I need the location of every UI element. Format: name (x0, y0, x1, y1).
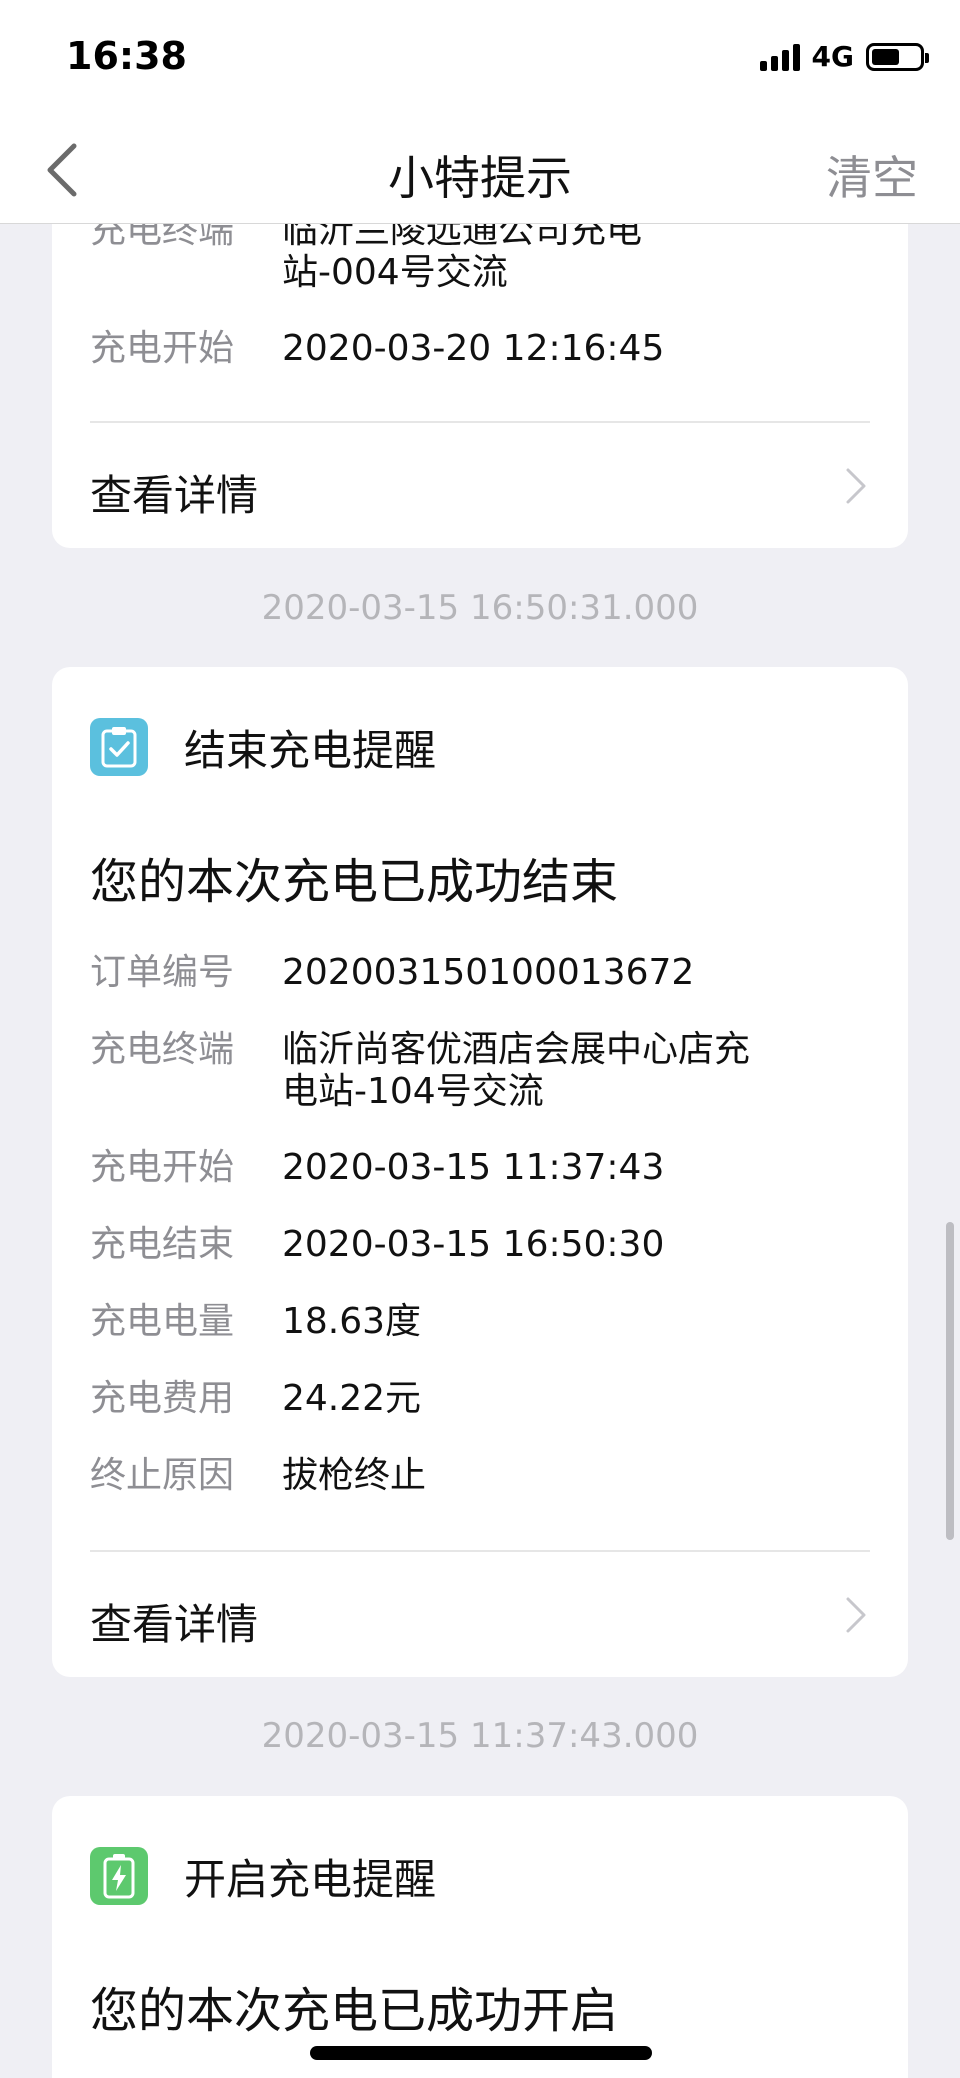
row-label: 充电电量 (90, 1301, 235, 1342)
card-header: 开启充电提醒 (90, 1846, 436, 1906)
scroll-indicator[interactable] (946, 1222, 954, 1540)
row-value: 24.22元 (282, 1378, 422, 1419)
message-card-start-charging: 开启充电提醒 您的本次充电已成功开启 (52, 1796, 908, 2078)
card-header-label: 开启充电提醒 (184, 1854, 437, 1904)
row-value: 2020-03-15 16:50:30 (282, 1224, 665, 1265)
clear-button[interactable]: 清空 (826, 142, 918, 208)
status-indicators: 4G (759, 40, 929, 73)
row-value: 拔枪终止 (282, 1455, 427, 1496)
clipboard-check-icon (90, 718, 148, 776)
row-label: 充电开始 (90, 328, 235, 369)
row-value: 临沂尚客优酒店会展中心店充电站-104号交流 (282, 1029, 751, 1112)
card-title: 您的本次充电已成功开启 (90, 1983, 619, 2039)
view-detail-label: 查看详情 (90, 1600, 259, 1649)
status-bar: 16:38 4G (0, 0, 960, 116)
battery-charging-icon (90, 1847, 148, 1905)
row-label: 终止原因 (90, 1455, 235, 1496)
row-value: 18.63度 (282, 1301, 422, 1342)
row-value: 2020-03-20 12:16:45 (282, 328, 665, 369)
page-title: 小特提示 (388, 151, 572, 205)
home-indicator[interactable] (310, 2046, 652, 2060)
view-detail-label: 查看详情 (90, 471, 259, 520)
row-label: 订单编号 (90, 952, 235, 993)
card-header-label: 结束充电提醒 (184, 725, 437, 775)
nav-bar: 小特提示 清空 (0, 116, 960, 224)
message-card-end-charging: 结束充电提醒 您的本次充电已成功结束 订单编号 2020031501000136… (52, 667, 908, 1677)
row-value: 202003150100013672 (282, 952, 695, 993)
message-timestamp: 2020-03-15 11:37:43.000 (261, 1716, 699, 1756)
signal-icon (759, 43, 800, 71)
row-value: 2020-03-15 11:37:43 (282, 1147, 665, 1188)
view-detail-link[interactable]: 查看详情 (52, 1551, 908, 1677)
row-label: 充电费用 (90, 1378, 235, 1419)
status-time: 16:38 (66, 34, 187, 78)
row-label: 充电结束 (90, 1224, 235, 1265)
network-type: 4G (811, 40, 854, 73)
battery-icon (866, 42, 929, 71)
card-header: 结束充电提醒 (90, 717, 436, 777)
chevron-right-icon (846, 1597, 866, 1633)
row-label: 充电开始 (90, 1147, 235, 1188)
message-timestamp: 2020-03-15 16:50:31.000 (261, 588, 699, 628)
view-detail-link[interactable]: 查看详情 (52, 422, 908, 548)
chevron-right-icon (846, 468, 866, 504)
row-label: 充电终端 (90, 1029, 235, 1070)
card-title: 您的本次充电已成功结束 (90, 854, 619, 910)
